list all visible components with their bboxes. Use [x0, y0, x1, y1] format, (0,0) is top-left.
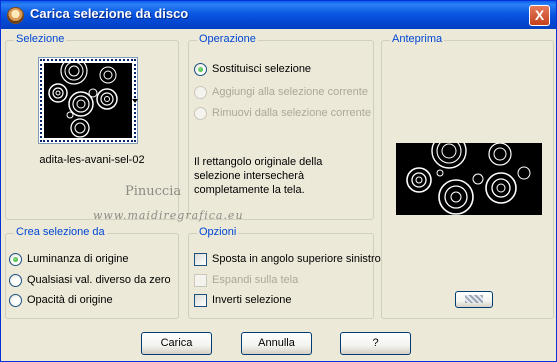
- checker-icon: [465, 295, 483, 303]
- selezione-group-title: Selezione: [14, 33, 67, 45]
- carica-button[interactable]: Carica: [141, 332, 212, 355]
- radio-label: Rimuovi dalla selezione corrente: [212, 107, 371, 119]
- radio-button[interactable]: [194, 107, 207, 120]
- app-icon: [7, 7, 24, 24]
- watermark-url: www.maidiregrafica.eu: [93, 209, 244, 222]
- radio-label: Sostituisci selezione: [212, 63, 312, 75]
- radio-button[interactable]: [9, 294, 22, 307]
- anteprima-group-title: Anteprima: [390, 33, 445, 45]
- annulla-button[interactable]: Annulla: [241, 332, 312, 355]
- radio-label: Aggiungi alla selezione corrente: [212, 86, 368, 98]
- operazione-description: Il rettangolo originale della selezione …: [194, 156, 323, 196]
- selection-file-name: adita-les-avani-sel-02: [39, 154, 145, 166]
- dialog-window: Carica selezione da disco X Selezione ad…: [0, 0, 557, 362]
- crea-selezione-group-title: Crea selezione da: [14, 226, 107, 238]
- radio-button[interactable]: [194, 86, 207, 99]
- window-title: Carica selezione da disco: [30, 6, 189, 21]
- chevron-down-icon[interactable]: [132, 99, 138, 103]
- selection-thumbnail-dropdown[interactable]: [38, 57, 138, 144]
- radio-button[interactable]: [9, 253, 22, 266]
- checkbox[interactable]: [194, 253, 207, 266]
- title-bar[interactable]: Carica selezione da disco X: [1, 1, 556, 29]
- radio-button[interactable]: [9, 274, 22, 287]
- preview-image: [396, 143, 542, 215]
- preview-zoom-button[interactable]: [455, 291, 493, 308]
- radio-label: Qualsiasi val. diverso da zero: [27, 274, 171, 286]
- close-button[interactable]: X: [529, 5, 550, 26]
- checkbox[interactable]: [194, 294, 207, 307]
- selection-preview-image: [44, 63, 132, 138]
- help-button[interactable]: ?: [340, 332, 411, 355]
- checkbox-label: Inverti selezione: [212, 294, 292, 306]
- checkbox-label: Espandi sulla tela: [212, 274, 299, 286]
- watermark-name: Pinuccia: [125, 184, 182, 199]
- selection-thumbnail: [40, 59, 136, 142]
- radio-button[interactable]: [194, 63, 207, 76]
- checkbox-label: Sposta in angolo superiore sinistro: [212, 253, 381, 265]
- radio-label: Opacità di origine: [27, 294, 113, 306]
- operazione-group-title: Operazione: [197, 33, 258, 45]
- opzioni-group-title: Opzioni: [197, 226, 239, 238]
- radio-label: Luminanza di origine: [27, 253, 129, 265]
- checkbox[interactable]: [194, 274, 207, 287]
